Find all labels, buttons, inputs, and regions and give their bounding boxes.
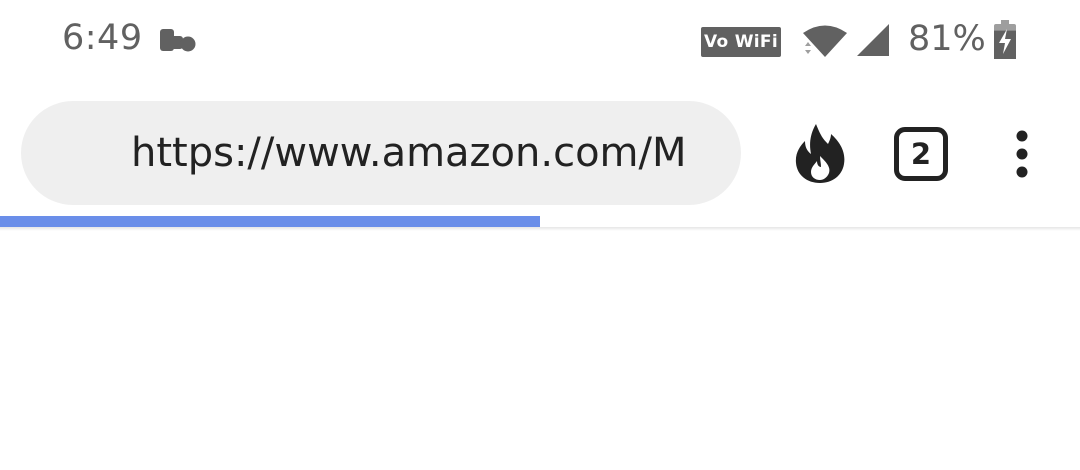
progress-fill — [0, 216, 540, 227]
page-load-progress — [0, 216, 1080, 227]
wifi-icon — [803, 25, 847, 57]
notification-icon — [160, 29, 196, 52]
fire-icon[interactable] — [792, 122, 848, 184]
status-time: 6:49 — [62, 18, 143, 58]
status-bar: 6:49 Vo WiFi 81% — [0, 0, 1080, 84]
vowifi-badge: Vo WiFi — [701, 27, 781, 57]
tabs-button[interactable]: 2 — [894, 127, 948, 181]
battery-charging-icon — [994, 20, 1016, 59]
cellular-signal-icon — [857, 24, 889, 56]
url-text[interactable]: https://www.amazon.com/M — [131, 101, 726, 205]
more-vert-icon[interactable] — [1005, 130, 1039, 180]
web-page-content — [0, 231, 1080, 470]
address-bar[interactable]: https://www.amazon.com/M — [21, 101, 741, 205]
battery-percent: 81% — [908, 19, 986, 59]
browser-screen: 6:49 Vo WiFi 81% https://www.amazon.com/… — [0, 0, 1080, 470]
